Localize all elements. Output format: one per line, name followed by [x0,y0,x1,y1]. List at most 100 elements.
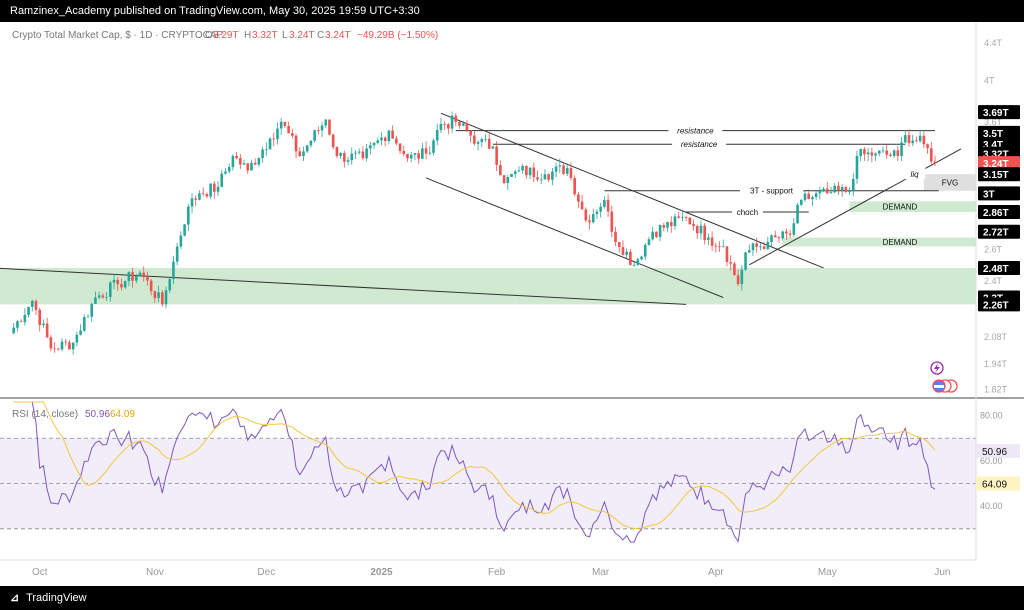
candle [773,230,777,238]
candle [387,129,391,145]
candle-body [406,154,409,159]
candle-body [918,135,922,142]
zones-layer: DEMAND DEMAND FVG [0,174,976,305]
candle [298,147,302,157]
candle [213,181,216,199]
candle-body [643,244,647,257]
candle [16,319,19,332]
candle-body [357,151,361,153]
candle [499,160,502,176]
candle [376,137,380,145]
candle-body [480,139,484,142]
candle-body [454,115,458,122]
candle-body [142,272,146,278]
candle [525,165,528,179]
candle-body [109,282,112,297]
candle-body [458,121,461,126]
candle-body [194,198,198,200]
candle-body [409,154,413,159]
candle [926,143,929,154]
candle-body [175,246,179,262]
candle [851,173,855,197]
candle-body [707,237,710,240]
candle [242,159,246,166]
price-tag-label: 3.69T [983,108,1009,119]
candle-body [253,162,257,165]
candle-body [551,171,554,180]
candle [647,236,651,246]
candle-body [146,277,149,281]
lightning-icon[interactable] [930,361,944,375]
candle-body [889,154,892,156]
candle-body [933,161,937,164]
candle-body [584,209,588,221]
chart-svg[interactable]: DEMAND DEMAND FVG resistance resistance liq 3… [0,22,1024,586]
candle [547,173,550,183]
candle-body [863,149,866,155]
events-icon[interactable] [932,379,958,393]
candle-body [547,174,550,180]
candle-body [205,194,209,197]
candle [34,299,38,316]
candle-body [417,153,420,159]
symbol-title: Crypto Total Market Cap, $ · 1D · CRYPTO… [12,30,224,41]
candle [532,162,536,183]
candle-body [714,245,718,247]
candle-body [565,168,569,174]
candle-body [736,275,740,285]
candle-body [135,275,138,281]
candle-body [506,176,510,184]
candle-body [491,146,495,149]
candle [863,147,866,161]
candle [506,174,510,191]
candle-body [268,138,272,150]
footer-brand[interactable]: TradingView [26,592,87,604]
candle-body [885,150,889,155]
candle-body [803,193,807,200]
candle-body [766,241,770,249]
candle-body [573,178,576,195]
candle-body [773,235,777,238]
candle-body [19,321,23,323]
candle [30,299,34,312]
tradingview-logo-icon[interactable]: ⊿ [10,591,19,604]
candle [413,153,417,161]
candle-body [12,327,16,334]
candle [651,226,654,241]
candle-body [740,269,744,285]
candle-body [617,242,621,248]
candle [588,214,591,230]
candle-body [172,261,175,280]
candle [695,224,699,239]
candle-body [447,124,450,129]
candle-body [695,226,699,234]
candle-body [796,204,799,224]
candle [469,130,472,143]
candle [829,186,833,194]
candle-body [395,138,398,144]
candle [621,240,625,256]
candle-body [261,149,264,158]
candle [369,142,372,155]
candle [688,217,692,225]
candle [684,215,688,222]
candle [562,163,565,176]
candle [929,141,933,165]
candle-body [198,193,201,200]
candle [536,170,539,182]
price-tick-label: 4T [984,76,995,86]
fvg-label: FVG [942,178,958,187]
candle [27,306,30,318]
candle-body [681,217,684,219]
candle [179,231,183,250]
candle-body [45,323,49,338]
candle [617,241,621,253]
candle-body [673,216,677,227]
candle [49,334,53,352]
candle-body [239,158,242,165]
candle-body [614,231,617,243]
candle [417,150,420,164]
candles-layer [12,111,937,355]
candle-body [666,222,669,228]
demand-zone [782,237,976,247]
